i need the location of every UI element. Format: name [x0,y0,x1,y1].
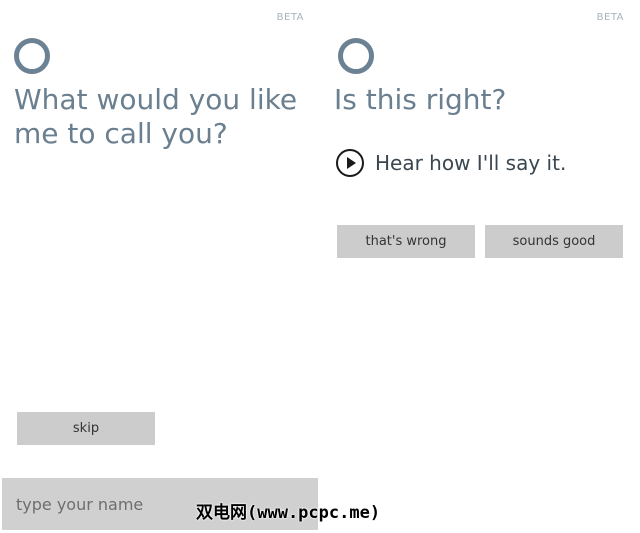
name-input[interactable] [2,478,318,530]
setup-name-screen: BETA What would you like me to call you?… [0,0,320,533]
cortana-ring-icon [338,38,374,74]
name-question: What would you like me to call you? [14,83,298,150]
hear-pronunciation-button[interactable]: Hear how I'll say it. [335,148,566,178]
beta-label: BETA [276,12,304,23]
play-circle-icon [336,149,364,177]
thats-wrong-button[interactable]: that's wrong [337,225,475,258]
skip-button[interactable]: skip [17,412,155,445]
confirm-question: Is this right? [334,83,507,116]
hear-pronunciation-label: Hear how I'll say it. [375,151,567,175]
beta-label: BETA [596,12,624,23]
cortana-ring-icon [14,38,50,74]
sounds-good-button[interactable]: sounds good [485,225,623,258]
confirm-name-screen: BETA Is this right? Hear how I'll say it… [320,0,640,533]
